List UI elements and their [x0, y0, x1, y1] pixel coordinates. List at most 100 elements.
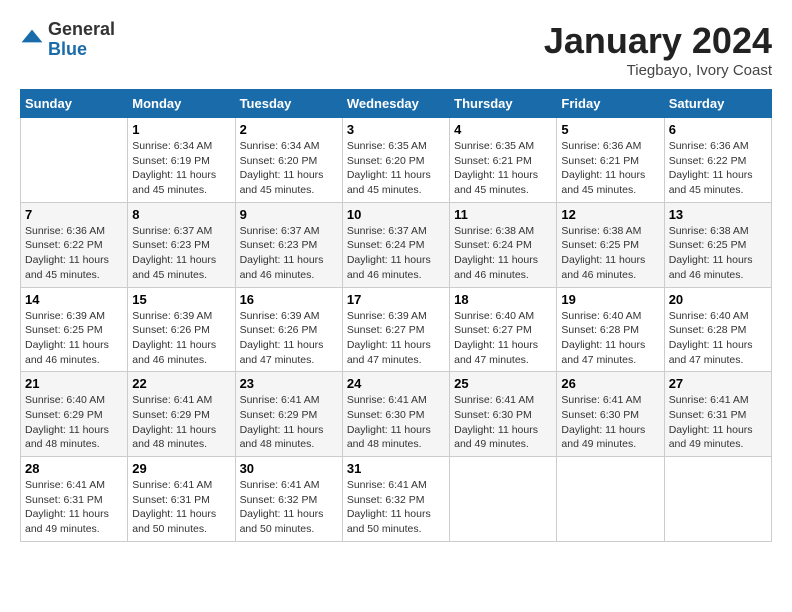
- calendar-cell: 18Sunrise: 6:40 AM Sunset: 6:27 PM Dayli…: [450, 287, 557, 372]
- month-title: January 2024: [544, 20, 772, 62]
- logo-blue: Blue: [48, 40, 115, 60]
- calendar-cell: 16Sunrise: 6:39 AM Sunset: 6:26 PM Dayli…: [235, 287, 342, 372]
- day-number: 18: [454, 292, 552, 307]
- day-info: Sunrise: 6:35 AM Sunset: 6:20 PM Dayligh…: [347, 139, 445, 198]
- day-number: 25: [454, 376, 552, 391]
- day-info: Sunrise: 6:36 AM Sunset: 6:22 PM Dayligh…: [25, 224, 123, 283]
- calendar-cell: 30Sunrise: 6:41 AM Sunset: 6:32 PM Dayli…: [235, 457, 342, 542]
- calendar-cell: 24Sunrise: 6:41 AM Sunset: 6:30 PM Dayli…: [342, 372, 449, 457]
- calendar-cell: 4 Sunrise: 6:35 AM Sunset: 6:21 PM Daylig…: [450, 118, 557, 203]
- day-number: 4: [454, 122, 552, 137]
- day-info: Sunrise: 6:39 AM Sunset: 6:25 PM Dayligh…: [25, 309, 123, 368]
- calendar-cell: 29 Sunrise: 6:41 AM Sunset: 6:31 PM Dayli…: [128, 457, 235, 542]
- day-number: 11: [454, 207, 552, 222]
- calendar-cell: 27 Sunrise: 6:41 AM Sunset: 6:31 PM Dayli…: [664, 372, 771, 457]
- day-info: Sunrise: 6:40 AM Sunset: 6:28 PM Dayligh…: [669, 309, 767, 368]
- calendar-header-sunday: Sunday: [21, 90, 128, 118]
- day-number: 14: [25, 292, 123, 307]
- calendar-cell: 12Sunrise: 6:38 AM Sunset: 6:25 PM Dayli…: [557, 202, 664, 287]
- calendar-cell: 6 Sunrise: 6:36 AM Sunset: 6:22 PM Daylig…: [664, 118, 771, 203]
- day-number: 5: [561, 122, 659, 137]
- calendar-cell: 25 Sunrise: 6:41 AM Sunset: 6:30 PM Dayli…: [450, 372, 557, 457]
- logo-text: General Blue: [48, 20, 115, 60]
- calendar-cell: 23 Sunrise: 6:41 AM Sunset: 6:29 PM Dayli…: [235, 372, 342, 457]
- day-number: 15: [132, 292, 230, 307]
- day-number: 29: [132, 461, 230, 476]
- calendar-cell: 21Sunrise: 6:40 AM Sunset: 6:29 PM Dayli…: [21, 372, 128, 457]
- calendar-cell: [664, 457, 771, 542]
- day-number: 31: [347, 461, 445, 476]
- day-info: Sunrise: 6:37 AM Sunset: 6:23 PM Dayligh…: [240, 224, 338, 283]
- calendar-table: SundayMondayTuesdayWednesdayThursdayFrid…: [20, 89, 772, 542]
- calendar-cell: [557, 457, 664, 542]
- day-number: 12: [561, 207, 659, 222]
- calendar-week-5: 28 Sunrise: 6:41 AM Sunset: 6:31 PM Dayli…: [21, 457, 772, 542]
- day-number: 13: [669, 207, 767, 222]
- day-info: Sunrise: 6:37 AM Sunset: 6:24 PM Dayligh…: [347, 224, 445, 283]
- calendar-cell: 26 Sunrise: 6:41 AM Sunset: 6:30 PM Dayli…: [557, 372, 664, 457]
- calendar-cell: 14 Sunrise: 6:39 AM Sunset: 6:25 PM Dayli…: [21, 287, 128, 372]
- calendar-cell: 13Sunrise: 6:38 AM Sunset: 6:25 PM Dayli…: [664, 202, 771, 287]
- day-number: 27: [669, 376, 767, 391]
- day-info: Sunrise: 6:39 AM Sunset: 6:26 PM Dayligh…: [132, 309, 230, 368]
- day-number: 19: [561, 292, 659, 307]
- calendar-cell: [450, 457, 557, 542]
- logo-icon: [20, 28, 44, 52]
- day-number: 7: [25, 207, 123, 222]
- day-info: Sunrise: 6:39 AM Sunset: 6:27 PM Dayligh…: [347, 309, 445, 368]
- day-info: Sunrise: 6:34 AM Sunset: 6:19 PM Dayligh…: [132, 139, 230, 198]
- calendar-week-1: 1 Sunrise: 6:34 AM Sunset: 6:19 PM Daylig…: [21, 118, 772, 203]
- calendar-cell: 19 Sunrise: 6:40 AM Sunset: 6:28 PM Dayli…: [557, 287, 664, 372]
- title-block: January 2024 Tiegbayo, Ivory Coast: [544, 20, 772, 79]
- day-info: Sunrise: 6:41 AM Sunset: 6:31 PM Dayligh…: [132, 478, 230, 537]
- calendar-cell: 8Sunrise: 6:37 AM Sunset: 6:23 PM Daylig…: [128, 202, 235, 287]
- day-number: 2: [240, 122, 338, 137]
- calendar-cell: 9Sunrise: 6:37 AM Sunset: 6:23 PM Daylig…: [235, 202, 342, 287]
- day-info: Sunrise: 6:41 AM Sunset: 6:31 PM Dayligh…: [669, 393, 767, 452]
- day-number: 6: [669, 122, 767, 137]
- calendar-header-wednesday: Wednesday: [342, 90, 449, 118]
- day-number: 24: [347, 376, 445, 391]
- day-info: Sunrise: 6:38 AM Sunset: 6:24 PM Dayligh…: [454, 224, 552, 283]
- day-info: Sunrise: 6:41 AM Sunset: 6:31 PM Dayligh…: [25, 478, 123, 537]
- day-number: 28: [25, 461, 123, 476]
- day-info: Sunrise: 6:41 AM Sunset: 6:30 PM Dayligh…: [454, 393, 552, 452]
- day-number: 17: [347, 292, 445, 307]
- calendar-cell: 11 Sunrise: 6:38 AM Sunset: 6:24 PM Dayli…: [450, 202, 557, 287]
- page-header: General Blue January 2024 Tiegbayo, Ivor…: [20, 20, 772, 79]
- day-info: Sunrise: 6:40 AM Sunset: 6:28 PM Dayligh…: [561, 309, 659, 368]
- calendar-week-4: 21Sunrise: 6:40 AM Sunset: 6:29 PM Dayli…: [21, 372, 772, 457]
- calendar-header-friday: Friday: [557, 90, 664, 118]
- day-info: Sunrise: 6:36 AM Sunset: 6:21 PM Dayligh…: [561, 139, 659, 198]
- day-info: Sunrise: 6:41 AM Sunset: 6:29 PM Dayligh…: [132, 393, 230, 452]
- logo-general: General: [48, 20, 115, 40]
- day-info: Sunrise: 6:36 AM Sunset: 6:22 PM Dayligh…: [669, 139, 767, 198]
- day-info: Sunrise: 6:40 AM Sunset: 6:29 PM Dayligh…: [25, 393, 123, 452]
- calendar-week-3: 14 Sunrise: 6:39 AM Sunset: 6:25 PM Dayli…: [21, 287, 772, 372]
- day-number: 3: [347, 122, 445, 137]
- day-number: 10: [347, 207, 445, 222]
- day-number: 30: [240, 461, 338, 476]
- calendar-cell: 1 Sunrise: 6:34 AM Sunset: 6:19 PM Daylig…: [128, 118, 235, 203]
- calendar-header-thursday: Thursday: [450, 90, 557, 118]
- day-number: 1: [132, 122, 230, 137]
- calendar-cell: 17 Sunrise: 6:39 AM Sunset: 6:27 PM Dayli…: [342, 287, 449, 372]
- day-number: 16: [240, 292, 338, 307]
- calendar-cell: 2Sunrise: 6:34 AM Sunset: 6:20 PM Daylig…: [235, 118, 342, 203]
- day-number: 8: [132, 207, 230, 222]
- day-info: Sunrise: 6:35 AM Sunset: 6:21 PM Dayligh…: [454, 139, 552, 198]
- calendar-header-monday: Monday: [128, 90, 235, 118]
- day-info: Sunrise: 6:41 AM Sunset: 6:29 PM Dayligh…: [240, 393, 338, 452]
- day-number: 20: [669, 292, 767, 307]
- calendar-cell: 15 Sunrise: 6:39 AM Sunset: 6:26 PM Dayli…: [128, 287, 235, 372]
- location: Tiegbayo, Ivory Coast: [544, 62, 772, 79]
- calendar-cell: 5 Sunrise: 6:36 AM Sunset: 6:21 PM Daylig…: [557, 118, 664, 203]
- day-number: 22: [132, 376, 230, 391]
- calendar-cell: 10 Sunrise: 6:37 AM Sunset: 6:24 PM Dayli…: [342, 202, 449, 287]
- calendar-header-tuesday: Tuesday: [235, 90, 342, 118]
- day-number: 26: [561, 376, 659, 391]
- calendar-header-row: SundayMondayTuesdayWednesdayThursdayFrid…: [21, 90, 772, 118]
- calendar-week-2: 7 Sunrise: 6:36 AM Sunset: 6:22 PM Daylig…: [21, 202, 772, 287]
- day-info: Sunrise: 6:41 AM Sunset: 6:30 PM Dayligh…: [561, 393, 659, 452]
- day-number: 23: [240, 376, 338, 391]
